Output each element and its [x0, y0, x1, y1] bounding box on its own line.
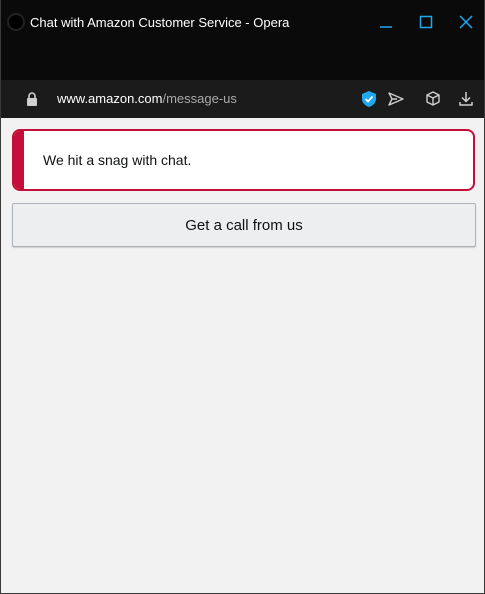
- maximize-button[interactable]: [411, 8, 441, 36]
- error-alert: We hit a snag with chat.: [12, 129, 475, 191]
- send-icon[interactable]: [387, 90, 405, 108]
- get-call-button[interactable]: Get a call from us: [12, 203, 476, 247]
- address-bar[interactable]: www.amazon.com/message-us: [1, 80, 484, 118]
- alert-accent-bar: [14, 131, 24, 189]
- close-icon: [459, 15, 473, 29]
- browser-window: Chat with Amazon Customer Service - Oper…: [0, 0, 485, 594]
- page-content: We hit a snag with chat. Get a call from…: [1, 118, 484, 594]
- url-path: /message-us: [162, 91, 237, 106]
- download-icon[interactable]: [457, 90, 475, 108]
- window-title: Chat with Amazon Customer Service - Oper…: [30, 15, 290, 30]
- maximize-icon: [419, 15, 433, 29]
- minimize-button[interactable]: [371, 8, 401, 36]
- lock-icon[interactable]: [25, 91, 39, 107]
- close-button[interactable]: [451, 8, 481, 36]
- alert-message: We hit a snag with chat.: [43, 152, 192, 168]
- url-text[interactable]: www.amazon.com/message-us: [57, 91, 237, 106]
- title-bar: Chat with Amazon Customer Service - Oper…: [1, 0, 484, 80]
- url-host: www.amazon.com: [57, 91, 163, 106]
- minimize-icon: [380, 26, 392, 28]
- opera-logo-icon: [7, 13, 25, 31]
- vpn-shield-icon[interactable]: [360, 90, 378, 108]
- snapshot-icon[interactable]: [424, 90, 442, 108]
